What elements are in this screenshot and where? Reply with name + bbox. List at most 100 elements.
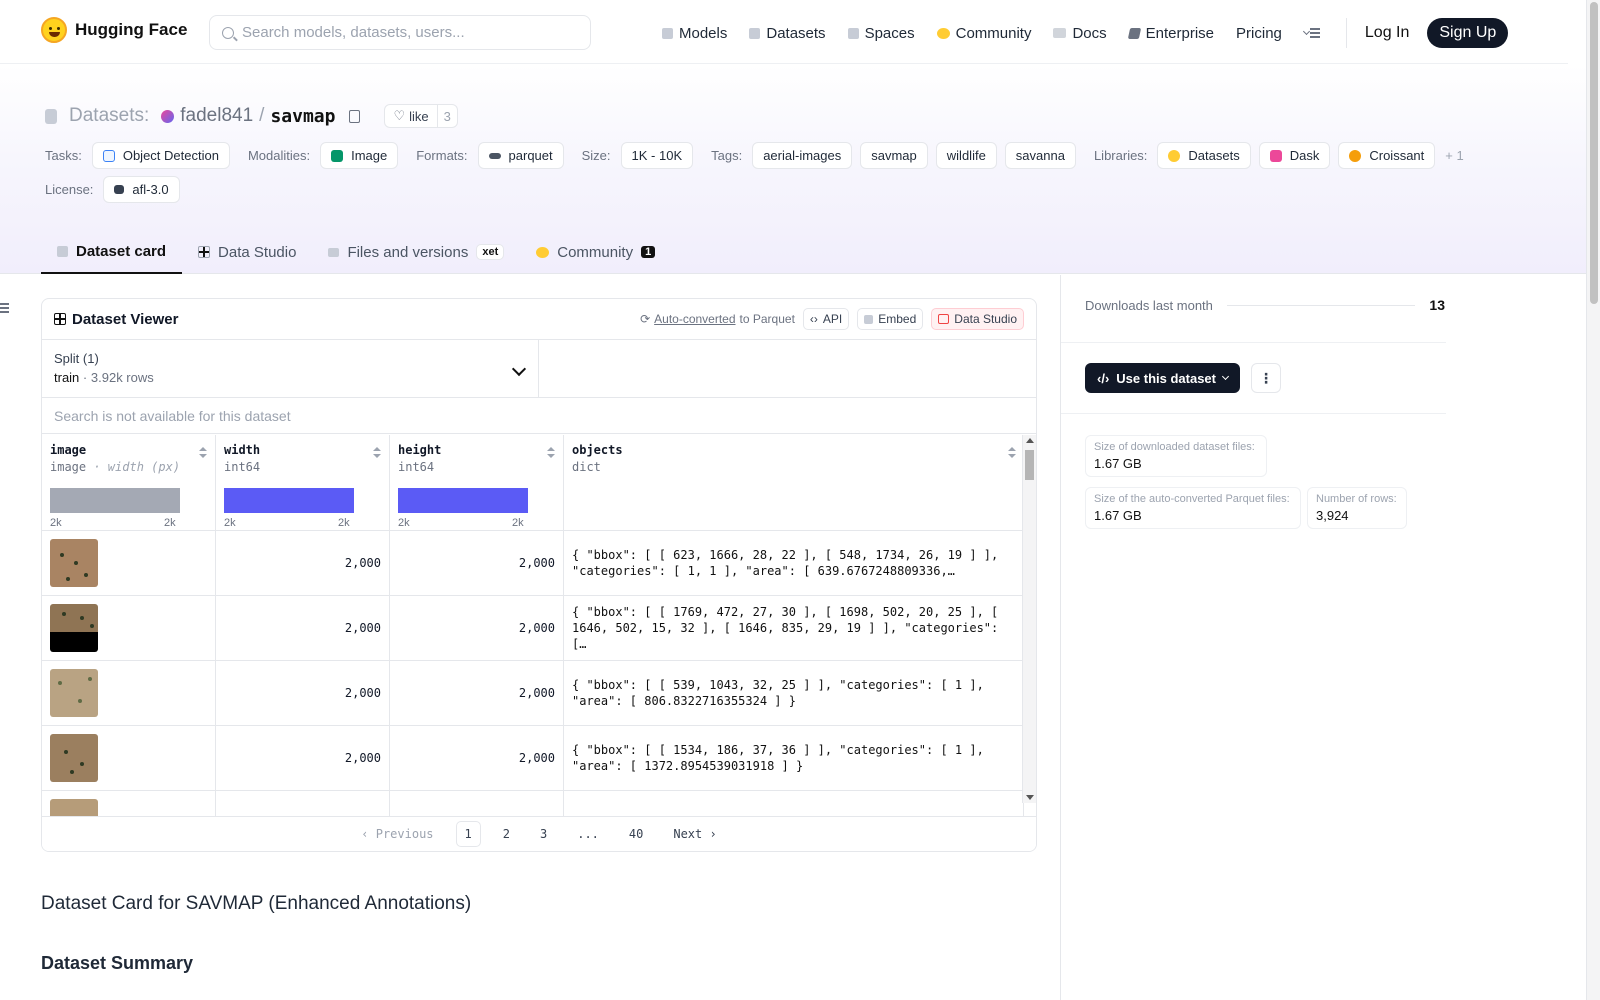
tag-wildlife[interactable]: wildlife bbox=[935, 142, 997, 169]
repo-name[interactable]: savmap bbox=[270, 106, 335, 127]
tags-label: Tags: bbox=[711, 148, 743, 163]
tag-task[interactable]: Object Detection bbox=[91, 142, 230, 169]
table-scroll-thumb[interactable] bbox=[1025, 450, 1034, 480]
search-input[interactable]: Search models, datasets, users... bbox=[209, 15, 591, 50]
histogram-min: 2k bbox=[50, 517, 62, 529]
page-40-button[interactable]: 40 bbox=[621, 822, 651, 846]
downloads-row: Downloads last month 13 bbox=[1085, 297, 1445, 313]
tag-library-croissant[interactable]: Croissant bbox=[1338, 142, 1436, 169]
nav-datasets-label: Datasets bbox=[766, 24, 826, 42]
page-1-button[interactable]: 1 bbox=[455, 821, 481, 847]
tag-format[interactable]: parquet bbox=[477, 142, 564, 169]
histogram-bar[interactable] bbox=[224, 488, 354, 513]
parquet-size-stat: Size of the auto-converted Parquet files… bbox=[1085, 487, 1301, 529]
nav-spaces[interactable]: Spaces bbox=[847, 25, 915, 42]
page-2-button[interactable]: 2 bbox=[495, 822, 518, 846]
scroll-down-icon[interactable] bbox=[1026, 795, 1034, 800]
column-header-objects[interactable]: objects dict bbox=[564, 435, 1024, 530]
image-thumbnail[interactable] bbox=[50, 734, 98, 782]
parquet-icon bbox=[488, 152, 501, 159]
tab-files[interactable]: Files and versions xet bbox=[312, 230, 520, 274]
tab-data-studio[interactable]: Data Studio bbox=[182, 230, 312, 274]
page-scroll-thumb[interactable] bbox=[1590, 2, 1598, 304]
tag-license[interactable]: afl-3.0 bbox=[103, 176, 180, 203]
table-icon bbox=[198, 246, 211, 258]
like-count: 3 bbox=[443, 108, 451, 124]
page-3-button[interactable]: 3 bbox=[532, 822, 555, 846]
stat-value: 1.67 GB bbox=[1094, 508, 1142, 523]
tag-library-datasets[interactable]: Datasets bbox=[1157, 142, 1251, 169]
copy-icon[interactable] bbox=[349, 109, 361, 123]
next-page-button[interactable]: Next › bbox=[665, 822, 724, 846]
use-this-dataset-button[interactable]: ‹/› Use this dataset bbox=[1085, 363, 1240, 393]
sort-icon[interactable] bbox=[1008, 447, 1016, 459]
sort-icon[interactable] bbox=[547, 447, 555, 459]
signup-button[interactable]: Sign Up bbox=[1427, 18, 1509, 48]
column-type: int64 bbox=[398, 460, 435, 474]
dataset-summary-heading: Dataset Summary bbox=[41, 953, 194, 973]
nav-pricing[interactable]: Pricing bbox=[1236, 25, 1282, 42]
nav-datasets[interactable]: Datasets bbox=[749, 24, 826, 42]
tab-files-label: Files and versions bbox=[347, 243, 469, 261]
tag-savmap[interactable]: savmap bbox=[860, 142, 928, 169]
breadcrumb-section[interactable]: Datasets: bbox=[69, 105, 149, 127]
histogram-bar[interactable] bbox=[50, 488, 180, 513]
models-icon bbox=[662, 27, 673, 39]
table-row[interactable]: 2,000 2,000 { "bbox": [ [ 623, 1666, 28,… bbox=[42, 531, 1024, 596]
column-header-image[interactable]: image image · width (px) 2k 2k bbox=[42, 435, 216, 530]
image-thumbnail[interactable] bbox=[50, 669, 98, 717]
auto-converted-link[interactable]: Auto-converted bbox=[654, 312, 735, 326]
tag-size[interactable]: 1K - 10K bbox=[620, 142, 694, 169]
tag-savanna[interactable]: savanna bbox=[1004, 142, 1076, 169]
image-cell bbox=[42, 661, 216, 725]
previous-page-button[interactable]: ‹ Previous bbox=[353, 822, 441, 846]
width-cell: 2,000 bbox=[216, 726, 390, 790]
histogram-bar[interactable] bbox=[398, 488, 528, 513]
nav-community[interactable]: Community bbox=[936, 25, 1031, 42]
tag-modality[interactable]: Image bbox=[320, 142, 399, 169]
width-cell: 2,000 bbox=[216, 596, 390, 660]
nav-models[interactable]: Models bbox=[662, 25, 727, 42]
login-link[interactable]: Log In bbox=[1365, 24, 1409, 42]
sort-icon[interactable] bbox=[373, 447, 381, 459]
brand-logo[interactable]: Hugging Face bbox=[41, 17, 187, 43]
nav-docs[interactable]: Docs bbox=[1053, 25, 1107, 42]
split-value: train · 3.92k rows bbox=[54, 370, 526, 385]
hugging-face-logo-icon bbox=[41, 17, 67, 43]
library-datasets-label: Datasets bbox=[1188, 148, 1240, 163]
more-options-button[interactable]: ⋮ bbox=[1251, 363, 1281, 393]
libraries-more[interactable]: + 1 bbox=[1445, 148, 1463, 163]
table-row[interactable]: 2,000 2,000 { "bbox": [ [ 1534, 186, 37,… bbox=[42, 726, 1024, 791]
table-scrollbar[interactable] bbox=[1022, 435, 1036, 803]
tag-aerial-images[interactable]: aerial-images bbox=[752, 142, 853, 169]
sort-icon[interactable] bbox=[199, 447, 207, 459]
tag-library-dask[interactable]: Dask bbox=[1258, 142, 1331, 169]
heart-icon: ♡ bbox=[393, 108, 406, 123]
objects-cell: { "bbox": [ [ 623, 1666, 28, 22 ], [ 548… bbox=[564, 531, 1024, 595]
nav-divider bbox=[1345, 18, 1347, 48]
data-studio-button[interactable]: Data Studio bbox=[931, 308, 1024, 330]
like-button[interactable]: ♡ like 3 bbox=[384, 104, 458, 128]
nav-enterprise[interactable]: Enterprise bbox=[1127, 25, 1214, 42]
toc-toggle-icon[interactable] bbox=[0, 303, 9, 313]
repo-owner[interactable]: fadel841 bbox=[180, 105, 253, 127]
tab-dataset-card[interactable]: Dataset card bbox=[41, 230, 183, 274]
tab-community[interactable]: Community 1 bbox=[520, 230, 671, 274]
scroll-up-icon[interactable] bbox=[1026, 438, 1034, 443]
column-header-height[interactable]: height int64 2k 2k bbox=[390, 435, 564, 530]
image-thumbnail[interactable] bbox=[50, 539, 98, 587]
table-row[interactable]: 2,000 2,000 { "bbox": [ [ 539, 1043, 32,… bbox=[42, 661, 1024, 726]
table-row[interactable]: 2,000 2,000 { "bbox": [ [ 1769, 472, 27,… bbox=[42, 596, 1024, 661]
nav-models-label: Models bbox=[679, 24, 728, 42]
column-header-width[interactable]: width int64 2k 2k bbox=[216, 435, 390, 530]
api-button[interactable]: ‹› API bbox=[802, 308, 850, 330]
stat-value: 3,924 bbox=[1316, 508, 1349, 523]
nav-links: Models Datasets Spaces Community Docs En… bbox=[662, 18, 1509, 48]
image-thumbnail[interactable] bbox=[50, 604, 98, 652]
embed-button[interactable]: Embed bbox=[857, 308, 924, 330]
image-cell bbox=[42, 726, 216, 790]
tasks-label: Tasks: bbox=[45, 148, 82, 163]
more-menu-icon[interactable] bbox=[1304, 28, 1320, 38]
split-selector[interactable]: Split (1) train · 3.92k rows bbox=[42, 340, 539, 397]
page-scrollbar[interactable] bbox=[1586, 0, 1600, 1000]
